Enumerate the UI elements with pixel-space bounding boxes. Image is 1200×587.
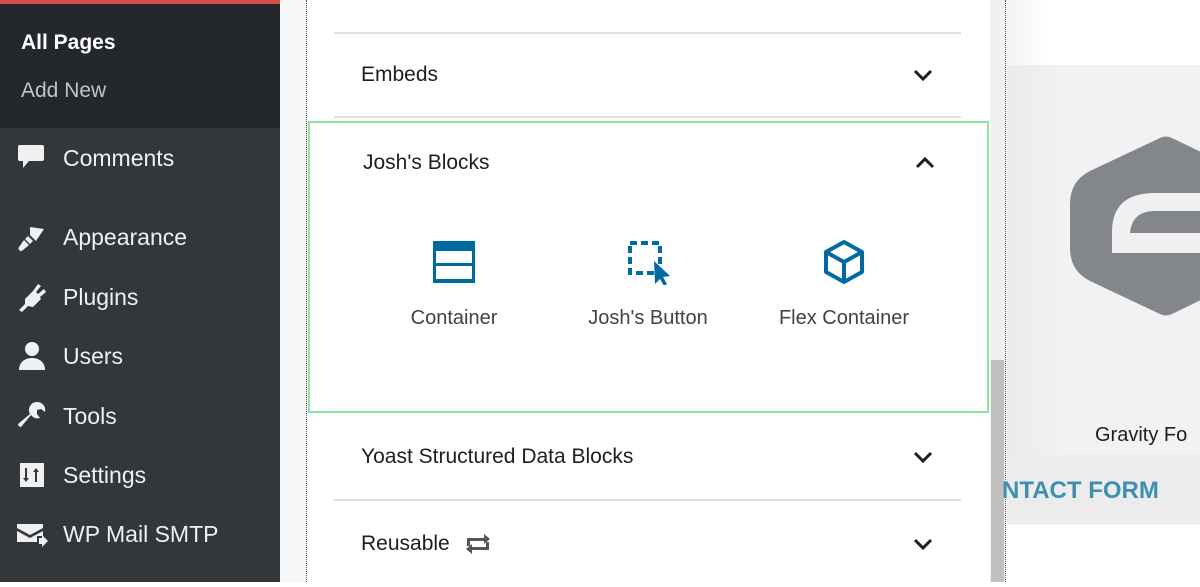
inserter-section-reusable[interactable]: Reusable [334,501,961,587]
mail-icon [0,518,63,550]
block-flex-container[interactable]: Flex Container [749,237,939,330]
sidebar-item-label: WP Mail SMTP [63,520,219,547]
chevron-down-icon[interactable] [911,532,935,556]
submenu-add-new[interactable]: Add New [21,79,106,103]
sidebar-item-appearance[interactable]: Appearance [0,217,280,257]
cube-icon [824,240,864,284]
sidebar-item-plugins[interactable]: Plugins [0,277,280,317]
container-icon [433,241,475,283]
section-header[interactable]: Josh's Blocks [336,123,963,203]
plugin-icon [0,281,63,313]
section-label: Embeds [361,63,439,86]
sidebar-item-wp-mail-smtp[interactable]: WP Mail SMTP [0,514,280,554]
gravity-forms-logo [1070,136,1200,316]
block-label: Josh's Button [588,307,708,329]
paintbrush-icon [0,221,63,253]
user-icon [0,340,63,372]
sidebar-item-users[interactable]: Users [0,336,280,376]
block-preview: Gravity Fo NTACT FORM [1002,0,1200,582]
sidebar-item-comments[interactable]: Comments [0,138,280,178]
button-select-icon [628,241,670,285]
inserter-section-joshs-blocks: Josh's Blocks Container Josh's Button Fl… [308,121,989,413]
sidebar-item-label: Tools [63,402,117,429]
comment-icon [0,142,63,174]
inserter-section-top[interactable] [334,0,961,34]
section-label: Yoast Structured Data Blocks [361,445,634,468]
editor-gutter [280,0,307,582]
preview-title: Gravity Fo [1095,424,1188,446]
block-label: Flex Container [778,307,910,329]
block-joshs-button[interactable]: Josh's Button [553,237,743,330]
sidebar-item-label: Users [63,342,124,369]
sidebar-item-tools[interactable]: Tools [0,396,280,436]
contact-form-banner: NTACT FORM [1002,455,1200,525]
section-label: Reusable [361,532,450,555]
pages-submenu: All Pages Add New [0,4,280,128]
sidebar-item-label: Plugins [63,283,139,310]
block-inserter-panel: Embeds Josh's Blocks Container Josh's Bu… [307,0,990,582]
chevron-up-icon[interactable] [913,151,937,175]
admin-sidebar: All Pages Add New Comments Appearance Pl… [0,0,280,582]
sidebar-item-label: Appearance [63,223,188,250]
block-label: Container [410,307,498,329]
sidebar-item-label: Comments [63,144,175,171]
chevron-down-icon[interactable] [911,445,935,469]
sidebar-item-settings[interactable]: Settings [0,455,280,495]
reusable-icon [465,534,490,554]
wrench-icon [0,400,63,432]
chevron-down-icon[interactable] [911,63,935,87]
inserter-section-yoast[interactable]: Yoast Structured Data Blocks [334,415,961,501]
inserter-section-embeds[interactable]: Embeds [334,34,961,118]
block-container[interactable]: Container [359,237,549,330]
submenu-all-pages[interactable]: All Pages [21,31,116,55]
sidebar-item-label: Settings [63,461,147,488]
settings-icon [0,459,63,491]
section-label: Josh's Blocks [363,151,490,174]
scrollbar-thumb[interactable] [991,360,1004,582]
